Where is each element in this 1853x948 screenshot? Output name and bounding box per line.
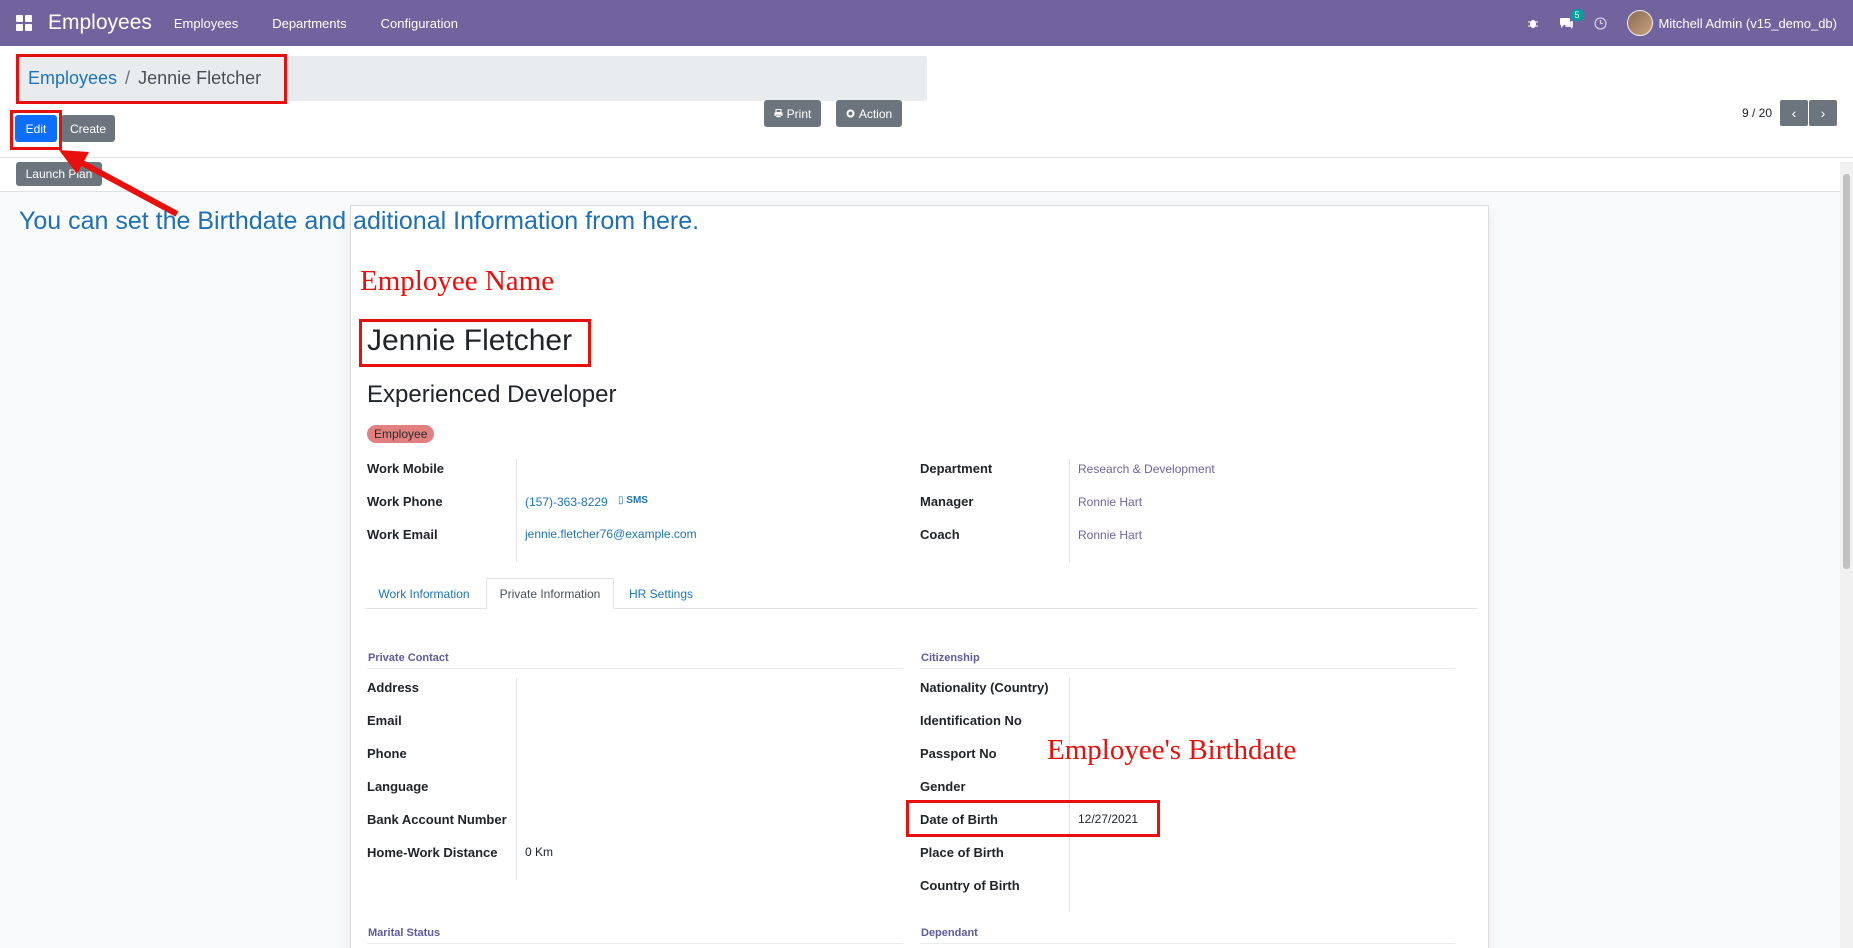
sms-link[interactable]: ▯ SMS (618, 495, 648, 506)
divider (1069, 678, 1070, 912)
field-label-email: Email (367, 713, 402, 728)
menu-departments[interactable]: Departments (272, 16, 346, 31)
group-title-dependant: Dependant (921, 927, 978, 939)
divider (516, 459, 517, 562)
print-icon (774, 107, 783, 121)
field-label-identification-no: Identification No (920, 713, 1022, 728)
field-label-work-mobile: Work Mobile (367, 461, 445, 476)
group-title-marital-status: Marital Status (368, 927, 441, 939)
field-label-manager: Manager (920, 494, 974, 509)
group-title-private-contact: Private Contact (368, 652, 449, 664)
user-menu[interactable]: Mitchell Admin (v15_demo_db) (1626, 10, 1837, 36)
action-label: Action (858, 106, 893, 121)
annotation-box-edit (10, 110, 62, 150)
field-label-work-phone: Work Phone (367, 494, 443, 509)
field-value-work-phone[interactable]: (157)-363-8229 (525, 495, 608, 509)
pager-previous-button[interactable]: ‹ (1780, 100, 1808, 126)
action-button[interactable]: Action (836, 100, 902, 127)
field-label-home-work-distance: Home-Work Distance (367, 845, 498, 860)
bug-icon[interactable] (1525, 15, 1541, 31)
field-label-gender: Gender (920, 779, 966, 794)
print-button[interactable]: Print (764, 100, 821, 127)
menu-configuration[interactable]: Configuration (381, 16, 458, 31)
clock-icon[interactable] (1593, 15, 1609, 31)
app-title[interactable]: Employees (48, 11, 152, 35)
field-value-manager[interactable]: Ronnie Hart (1078, 495, 1142, 509)
field-value-home-work-distance: 0 Km (525, 845, 554, 859)
field-label-nationality: Nationality (Country) (920, 680, 1049, 695)
divider (920, 668, 1455, 669)
user-name: Mitchell Admin (v15_demo_db) (1658, 15, 1837, 31)
field-value-department[interactable]: Research & Development (1078, 462, 1215, 476)
scrollbar-thumb[interactable] (1843, 174, 1850, 569)
annotation-instruction: You can set the Birthdate and aditional … (19, 207, 700, 235)
page-scrollbar[interactable] (1840, 162, 1853, 948)
divider (516, 678, 517, 879)
tab-work-information[interactable]: Work Information (365, 578, 483, 609)
chat-badge: 5 (1570, 9, 1584, 21)
field-label-place-of-birth: Place of Birth (920, 845, 1004, 860)
employee-job-title: Experienced Developer (367, 381, 617, 408)
pager-next-button[interactable]: › (1809, 100, 1837, 126)
annotation-box-birthdate (906, 800, 1160, 837)
chevron-left-icon: ‹ (1791, 105, 1797, 121)
create-button[interactable]: Create (61, 115, 115, 142)
field-label-bank-account: Bank Account Number (367, 812, 507, 827)
divider (1069, 459, 1070, 562)
field-label-address: Address (367, 680, 420, 695)
tab-hr-settings[interactable]: HR Settings (615, 578, 707, 609)
annotation-box-breadcrumb (16, 54, 287, 104)
field-value-coach[interactable]: Ronnie Hart (1078, 528, 1142, 542)
divider (920, 943, 1455, 944)
divider (367, 943, 903, 944)
field-label-coach: Coach (920, 527, 960, 542)
tab-private-information[interactable]: Private Information (486, 578, 614, 609)
sms-label: SMS (626, 495, 648, 506)
annotation-birthdate: Employee's Birthdate (1047, 734, 1297, 766)
apps-menu-icon[interactable] (16, 15, 32, 31)
avatar (1626, 10, 1653, 36)
field-value-work-email[interactable]: jennie.fletcher76@example.com (525, 527, 697, 541)
menu-employees[interactable]: Employees (174, 16, 238, 31)
group-title-citizenship: Citizenship (921, 652, 980, 664)
annotation-employee-name: Employee Name (360, 265, 555, 297)
notebook-tabs: Work Information Private Information HR … (365, 578, 1477, 609)
field-label-phone: Phone (367, 746, 407, 761)
gear-icon (846, 107, 855, 121)
divider (367, 668, 903, 669)
print-label: Print (786, 106, 812, 121)
field-label-language: Language (367, 779, 429, 794)
chat-icon[interactable]: 5 (1559, 9, 1584, 31)
field-label-passport-no: Passport No (920, 746, 997, 761)
field-label-country-of-birth: Country of Birth (920, 878, 1020, 893)
form-statusbar: Launch Plan (0, 158, 1853, 192)
annotation-box-employee-name (359, 319, 591, 367)
pager-value[interactable]: 9 / 20 (1742, 106, 1772, 120)
mobile-icon: ▯ (618, 495, 624, 506)
field-label-work-email: Work Email (367, 527, 438, 542)
top-navbar: Employees Employees Departments Configur… (0, 0, 1853, 46)
chevron-right-icon: › (1820, 105, 1826, 121)
field-label-department: Department (920, 461, 993, 476)
pager: 9 / 20 ‹ › (1742, 100, 1837, 126)
employee-tag: Employee (367, 425, 435, 443)
